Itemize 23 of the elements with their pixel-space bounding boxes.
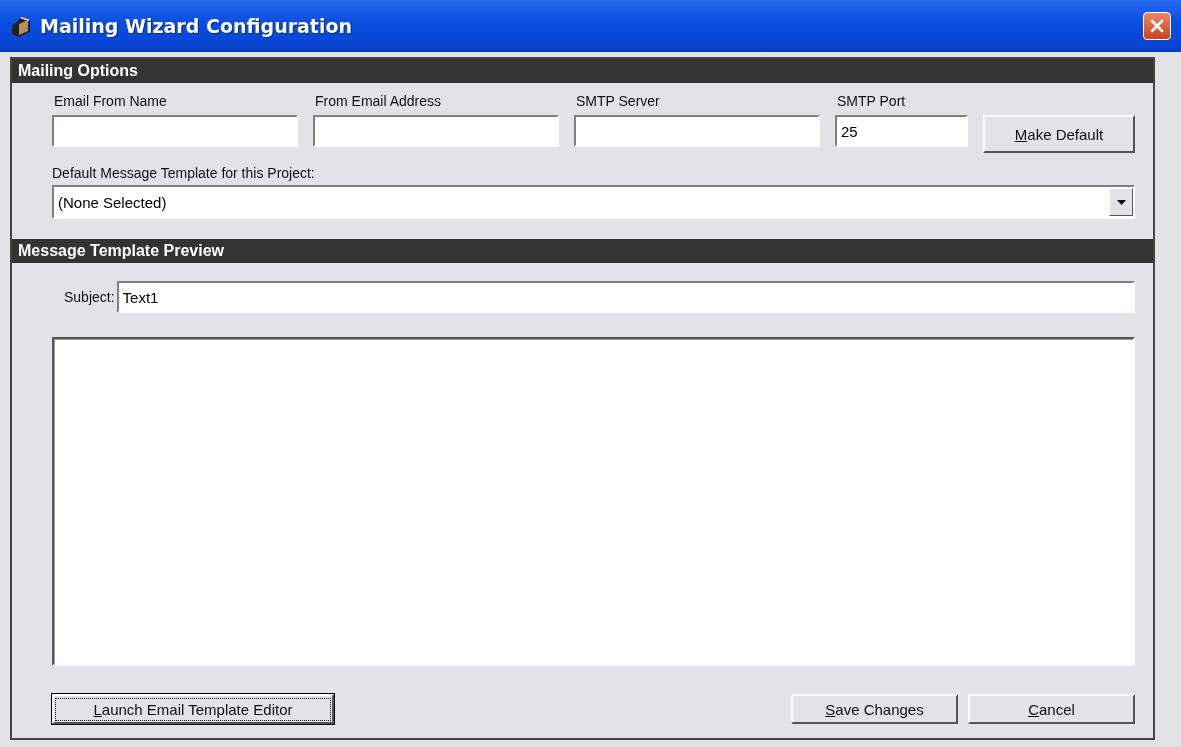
cancel-button[interactable]: Cancel xyxy=(968,694,1135,724)
input-field[interactable] xyxy=(574,115,820,147)
field-label: SMTP Server xyxy=(575,93,661,109)
launch-editor-button[interactable]: Launch Email Template Editor xyxy=(52,694,334,724)
field-label: From Email Address xyxy=(314,93,443,109)
input-field[interactable] xyxy=(52,115,298,147)
field-label: Default Message Template for this Project: xyxy=(52,165,316,181)
mailbox-icon xyxy=(10,14,32,38)
input-field[interactable] xyxy=(313,115,559,147)
close-icon xyxy=(1150,19,1164,33)
section-header: Mailing Options xyxy=(12,59,1153,83)
close-button[interactable] xyxy=(1143,12,1171,40)
input-field[interactable]: 25 xyxy=(835,115,968,147)
make-default-button[interactable]: Make Default xyxy=(983,115,1135,153)
save-button[interactable]: Save Changes xyxy=(791,694,958,724)
field-label: Subject: xyxy=(64,289,115,305)
template-dropdown[interactable]: (None Selected) xyxy=(52,185,1135,219)
window-title: Mailing Wizard Configuration xyxy=(40,15,354,37)
field-label: Email From Name xyxy=(53,93,168,109)
field-label: SMTP Port xyxy=(836,93,907,109)
dropdown-arrow-icon xyxy=(1116,199,1126,205)
section-header: Message Template Preview xyxy=(12,239,1153,263)
subject-field[interactable]: Text1 xyxy=(116,281,1135,313)
